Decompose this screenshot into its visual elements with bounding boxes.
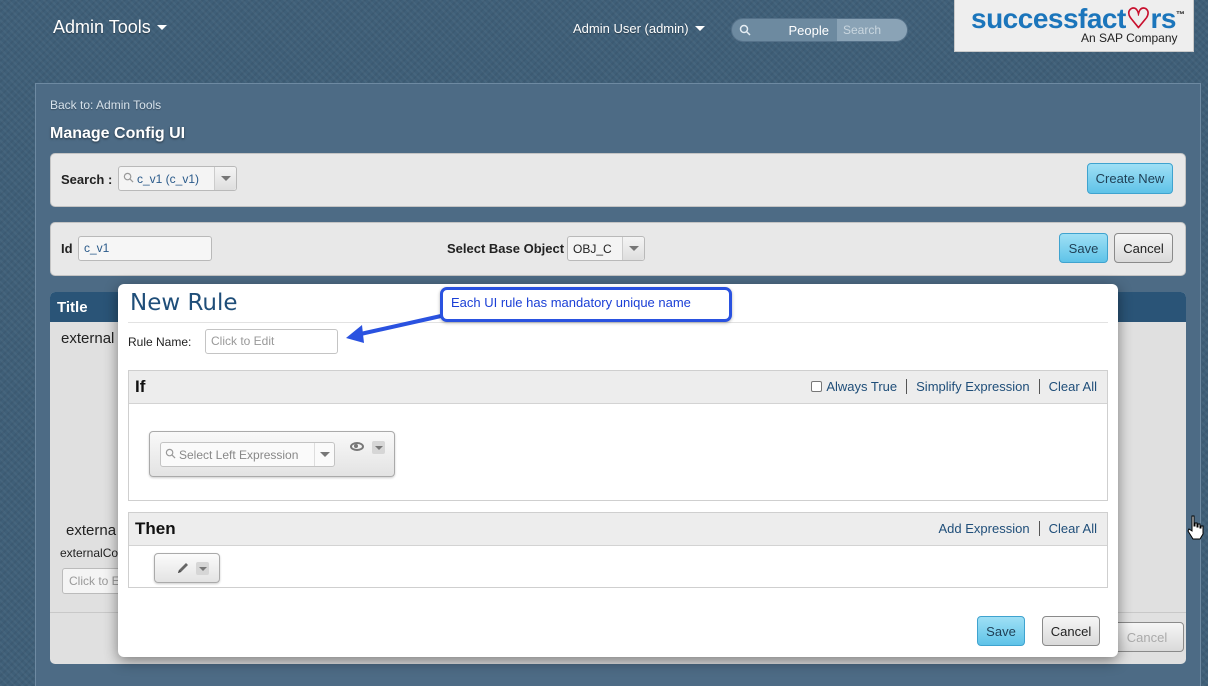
divider xyxy=(1038,379,1040,394)
people-scope-label[interactable]: People xyxy=(758,23,837,38)
config-search-combo[interactable]: c_v1 (c_v1) xyxy=(118,166,237,191)
action-builder[interactable] xyxy=(154,553,220,583)
annotation-callout: Each UI rule has mandatory unique name xyxy=(440,287,732,322)
base-object-value: OBJ_C xyxy=(573,241,612,256)
id-bar: Id c_v1 Select Base Object OBJ_C Save Ca… xyxy=(50,222,1186,276)
external-label: externa xyxy=(66,522,117,539)
create-new-button[interactable]: Create New xyxy=(1087,163,1173,194)
search-icon xyxy=(732,24,758,36)
config-search-value: c_v1 (c_v1) xyxy=(137,171,200,186)
admin-tools-label: Admin Tools xyxy=(53,17,151,37)
people-search-input[interactable]: Search xyxy=(837,19,907,41)
external-code-label: externalCo xyxy=(60,546,119,560)
chevron-down-icon[interactable] xyxy=(196,562,209,575)
external-label: external xyxy=(61,330,115,347)
then-section-header: Then Add Expression Clear All xyxy=(129,513,1107,546)
id-label: Id xyxy=(61,241,73,256)
if-title: If xyxy=(135,377,146,396)
id-input[interactable]: c_v1 xyxy=(78,236,212,261)
background-cancel-button[interactable]: Cancel xyxy=(1110,622,1184,652)
if-actions: Always True Simplify Expression Clear Al… xyxy=(811,379,1097,394)
if-section: If Always True Simplify Expression Clear… xyxy=(128,370,1108,501)
company-logo: successfact♡rs™ An SAP Company xyxy=(954,0,1194,52)
dialog-save-button[interactable]: Save xyxy=(977,616,1025,646)
divider xyxy=(1038,521,1040,536)
if-section-header: If Always True Simplify Expression Clear… xyxy=(129,371,1107,404)
then-section: Then Add Expression Clear All xyxy=(128,512,1108,588)
people-search[interactable]: People Search xyxy=(731,18,908,42)
pencil-icon[interactable] xyxy=(175,560,191,576)
always-true-checkbox[interactable] xyxy=(811,381,823,392)
dialog-title: New Rule xyxy=(130,290,238,316)
chevron-down-icon[interactable] xyxy=(622,237,644,260)
base-object-label: Select Base Object xyxy=(447,241,565,256)
search-icon xyxy=(161,448,179,462)
left-expression-placeholder: Select Left Expression xyxy=(179,447,299,462)
simplify-expression-link[interactable]: Simplify Expression xyxy=(916,379,1029,394)
annotation-arrow xyxy=(346,314,443,343)
page-title: Manage Config UI xyxy=(50,125,186,142)
chevron-down-icon xyxy=(156,25,167,30)
new-rule-dialog: New Rule Rule Name: Click to Edit If Alw… xyxy=(118,284,1118,657)
divider xyxy=(128,322,1108,323)
if-clear-all-link[interactable]: Clear All xyxy=(1049,379,1097,394)
then-clear-all-link[interactable]: Clear All xyxy=(1049,521,1097,536)
admin-tools-menu[interactable]: Admin Tools xyxy=(53,17,167,38)
rule-name-input[interactable]: Click to Edit xyxy=(205,329,338,354)
chevron-down-icon[interactable] xyxy=(214,167,236,190)
user-menu[interactable]: Admin User (admin) xyxy=(573,21,705,36)
back-link[interactable]: Back to: Admin Tools xyxy=(50,98,161,112)
user-menu-label: Admin User (admin) xyxy=(573,21,689,36)
rule-name-label: Rule Name: xyxy=(128,335,192,349)
chevron-down-icon xyxy=(694,26,705,31)
dialog-cancel-button[interactable]: Cancel xyxy=(1042,616,1100,646)
search-label: Search : xyxy=(61,172,113,187)
hand-cursor-icon xyxy=(1187,515,1204,540)
add-expression-link[interactable]: Add Expression xyxy=(939,521,1030,536)
search-bar: Search : c_v1 (c_v1) Create New xyxy=(50,153,1186,207)
expression-builder: Select Left Expression xyxy=(149,431,395,477)
chevron-down-icon[interactable] xyxy=(314,443,334,466)
eye-icon[interactable] xyxy=(350,442,364,451)
save-button[interactable]: Save xyxy=(1059,233,1108,263)
left-expression-select[interactable]: Select Left Expression xyxy=(160,442,335,467)
then-actions: Add Expression Clear All xyxy=(939,521,1097,536)
base-object-select[interactable]: OBJ_C xyxy=(567,236,645,261)
logo-tagline: An SAP Company xyxy=(1081,31,1178,45)
divider xyxy=(906,379,908,394)
then-title: Then xyxy=(135,519,176,538)
chevron-down-icon[interactable] xyxy=(372,441,385,454)
search-icon xyxy=(119,172,137,186)
cancel-button[interactable]: Cancel xyxy=(1114,233,1173,263)
always-true-label[interactable]: Always True xyxy=(826,379,897,394)
